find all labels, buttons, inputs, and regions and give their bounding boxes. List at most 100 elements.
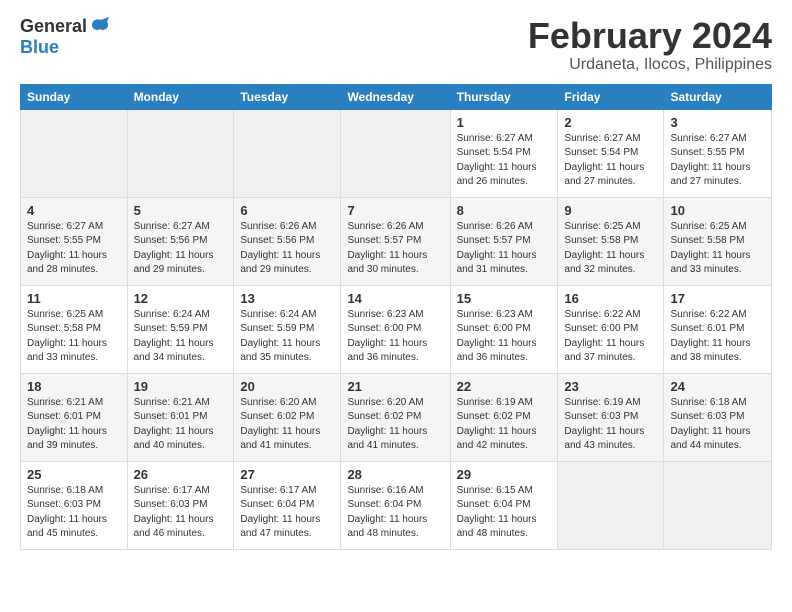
cell-info: Sunrise: 6:24 AM Sunset: 5:59 PM Dayligh…	[240, 308, 334, 366]
day-number: 5	[134, 203, 228, 218]
cell-info: Sunrise: 6:20 AM Sunset: 6:02 PM Dayligh…	[347, 396, 443, 454]
day-of-week-header: Sunday	[21, 84, 128, 109]
cell-info: Sunrise: 6:25 AM Sunset: 5:58 PM Dayligh…	[670, 220, 765, 278]
day-of-week-header: Tuesday	[234, 84, 341, 109]
calendar-cell: 20 Sunrise: 6:20 AM Sunset: 6:02 PM Dayl…	[234, 373, 341, 461]
calendar-cell	[127, 109, 234, 197]
day-number: 25	[27, 467, 121, 482]
cell-info: Sunrise: 6:19 AM Sunset: 6:03 PM Dayligh…	[564, 396, 657, 454]
calendar-cell: 1 Sunrise: 6:27 AM Sunset: 5:54 PM Dayli…	[450, 109, 558, 197]
day-number: 6	[240, 203, 334, 218]
day-number: 13	[240, 291, 334, 306]
cell-info: Sunrise: 6:20 AM Sunset: 6:02 PM Dayligh…	[240, 396, 334, 454]
cell-info: Sunrise: 6:26 AM Sunset: 5:57 PM Dayligh…	[457, 220, 552, 278]
calendar-cell: 4 Sunrise: 6:27 AM Sunset: 5:55 PM Dayli…	[21, 197, 128, 285]
calendar-cell: 11 Sunrise: 6:25 AM Sunset: 5:58 PM Dayl…	[21, 285, 128, 373]
day-number: 27	[240, 467, 334, 482]
day-number: 26	[134, 467, 228, 482]
calendar-cell: 2 Sunrise: 6:27 AM Sunset: 5:54 PM Dayli…	[558, 109, 664, 197]
calendar-cell: 22 Sunrise: 6:19 AM Sunset: 6:02 PM Dayl…	[450, 373, 558, 461]
day-number: 14	[347, 291, 443, 306]
cell-info: Sunrise: 6:23 AM Sunset: 6:00 PM Dayligh…	[347, 308, 443, 366]
cell-info: Sunrise: 6:17 AM Sunset: 6:04 PM Dayligh…	[240, 484, 334, 542]
day-of-week-header: Friday	[558, 84, 664, 109]
cell-info: Sunrise: 6:23 AM Sunset: 6:00 PM Dayligh…	[457, 308, 552, 366]
calendar-cell	[234, 109, 341, 197]
page-header: General Blue February 2024 Urdaneta, Ilo…	[20, 16, 772, 74]
calendar-cell: 3 Sunrise: 6:27 AM Sunset: 5:55 PM Dayli…	[664, 109, 772, 197]
cell-info: Sunrise: 6:22 AM Sunset: 6:00 PM Dayligh…	[564, 308, 657, 366]
calendar-cell: 24 Sunrise: 6:18 AM Sunset: 6:03 PM Dayl…	[664, 373, 772, 461]
calendar-week-row: 1 Sunrise: 6:27 AM Sunset: 5:54 PM Dayli…	[21, 109, 772, 197]
day-number: 11	[27, 291, 121, 306]
day-number: 4	[27, 203, 121, 218]
cell-info: Sunrise: 6:15 AM Sunset: 6:04 PM Dayligh…	[457, 484, 552, 542]
cell-info: Sunrise: 6:26 AM Sunset: 5:57 PM Dayligh…	[347, 220, 443, 278]
calendar-cell: 29 Sunrise: 6:15 AM Sunset: 6:04 PM Dayl…	[450, 461, 558, 549]
cell-info: Sunrise: 6:27 AM Sunset: 5:55 PM Dayligh…	[670, 132, 765, 190]
day-number: 22	[457, 379, 552, 394]
cell-info: Sunrise: 6:18 AM Sunset: 6:03 PM Dayligh…	[27, 484, 121, 542]
calendar-cell: 18 Sunrise: 6:21 AM Sunset: 6:01 PM Dayl…	[21, 373, 128, 461]
logo: General Blue	[20, 16, 111, 58]
calendar-header-row: SundayMondayTuesdayWednesdayThursdayFrid…	[21, 84, 772, 109]
cell-info: Sunrise: 6:22 AM Sunset: 6:01 PM Dayligh…	[670, 308, 765, 366]
day-of-week-header: Saturday	[664, 84, 772, 109]
calendar-cell: 26 Sunrise: 6:17 AM Sunset: 6:03 PM Dayl…	[127, 461, 234, 549]
day-number: 7	[347, 203, 443, 218]
calendar-week-row: 4 Sunrise: 6:27 AM Sunset: 5:55 PM Dayli…	[21, 197, 772, 285]
calendar-cell: 6 Sunrise: 6:26 AM Sunset: 5:56 PM Dayli…	[234, 197, 341, 285]
day-number: 2	[564, 115, 657, 130]
day-number: 15	[457, 291, 552, 306]
day-number: 23	[564, 379, 657, 394]
day-number: 29	[457, 467, 552, 482]
cell-info: Sunrise: 6:27 AM Sunset: 5:54 PM Dayligh…	[564, 132, 657, 190]
day-number: 19	[134, 379, 228, 394]
day-number: 12	[134, 291, 228, 306]
cell-info: Sunrise: 6:27 AM Sunset: 5:55 PM Dayligh…	[27, 220, 121, 278]
day-number: 18	[27, 379, 121, 394]
logo-blue-text: Blue	[20, 38, 59, 58]
calendar-cell: 10 Sunrise: 6:25 AM Sunset: 5:58 PM Dayl…	[664, 197, 772, 285]
day-of-week-header: Wednesday	[341, 84, 450, 109]
day-number: 21	[347, 379, 443, 394]
calendar-week-row: 25 Sunrise: 6:18 AM Sunset: 6:03 PM Dayl…	[21, 461, 772, 549]
calendar-cell: 12 Sunrise: 6:24 AM Sunset: 5:59 PM Dayl…	[127, 285, 234, 373]
logo-general-text: General	[20, 17, 87, 37]
day-number: 3	[670, 115, 765, 130]
day-number: 28	[347, 467, 443, 482]
title-block: February 2024 Urdaneta, Ilocos, Philippi…	[528, 16, 772, 74]
cell-info: Sunrise: 6:19 AM Sunset: 6:02 PM Dayligh…	[457, 396, 552, 454]
day-number: 16	[564, 291, 657, 306]
calendar-cell: 13 Sunrise: 6:24 AM Sunset: 5:59 PM Dayl…	[234, 285, 341, 373]
calendar-cell: 23 Sunrise: 6:19 AM Sunset: 6:03 PM Dayl…	[558, 373, 664, 461]
logo-bird-icon	[89, 16, 111, 38]
cell-info: Sunrise: 6:25 AM Sunset: 5:58 PM Dayligh…	[27, 308, 121, 366]
cell-info: Sunrise: 6:21 AM Sunset: 6:01 PM Dayligh…	[27, 396, 121, 454]
cell-info: Sunrise: 6:26 AM Sunset: 5:56 PM Dayligh…	[240, 220, 334, 278]
day-number: 9	[564, 203, 657, 218]
day-number: 17	[670, 291, 765, 306]
calendar-cell: 27 Sunrise: 6:17 AM Sunset: 6:04 PM Dayl…	[234, 461, 341, 549]
calendar-cell: 25 Sunrise: 6:18 AM Sunset: 6:03 PM Dayl…	[21, 461, 128, 549]
calendar-cell: 21 Sunrise: 6:20 AM Sunset: 6:02 PM Dayl…	[341, 373, 450, 461]
day-of-week-header: Thursday	[450, 84, 558, 109]
calendar-cell: 7 Sunrise: 6:26 AM Sunset: 5:57 PM Dayli…	[341, 197, 450, 285]
location-subtitle: Urdaneta, Ilocos, Philippines	[528, 56, 772, 74]
cell-info: Sunrise: 6:25 AM Sunset: 5:58 PM Dayligh…	[564, 220, 657, 278]
day-number: 8	[457, 203, 552, 218]
calendar-cell: 28 Sunrise: 6:16 AM Sunset: 6:04 PM Dayl…	[341, 461, 450, 549]
day-number: 24	[670, 379, 765, 394]
calendar-cell: 8 Sunrise: 6:26 AM Sunset: 5:57 PM Dayli…	[450, 197, 558, 285]
cell-info: Sunrise: 6:27 AM Sunset: 5:54 PM Dayligh…	[457, 132, 552, 190]
calendar-week-row: 18 Sunrise: 6:21 AM Sunset: 6:01 PM Dayl…	[21, 373, 772, 461]
calendar-table: SundayMondayTuesdayWednesdayThursdayFrid…	[20, 84, 772, 550]
cell-info: Sunrise: 6:24 AM Sunset: 5:59 PM Dayligh…	[134, 308, 228, 366]
calendar-cell: 9 Sunrise: 6:25 AM Sunset: 5:58 PM Dayli…	[558, 197, 664, 285]
month-year-title: February 2024	[528, 16, 772, 56]
calendar-cell: 5 Sunrise: 6:27 AM Sunset: 5:56 PM Dayli…	[127, 197, 234, 285]
calendar-cell	[558, 461, 664, 549]
calendar-week-row: 11 Sunrise: 6:25 AM Sunset: 5:58 PM Dayl…	[21, 285, 772, 373]
calendar-cell: 15 Sunrise: 6:23 AM Sunset: 6:00 PM Dayl…	[450, 285, 558, 373]
day-number: 1	[457, 115, 552, 130]
